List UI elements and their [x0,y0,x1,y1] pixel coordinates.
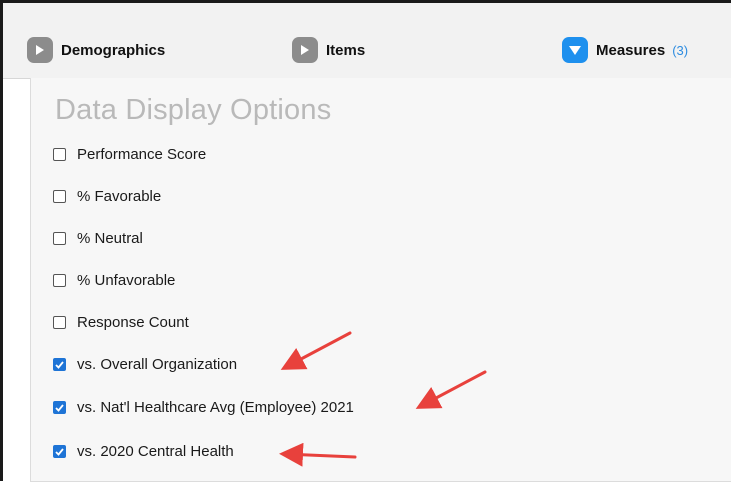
play-right-icon [292,37,318,63]
checkmark-icon [55,360,64,369]
option-percent-neutral[interactable]: % Neutral [53,230,143,247]
tab-items[interactable]: Items [292,37,365,63]
checkbox-checked[interactable] [53,401,66,414]
option-label: % Favorable [77,188,162,205]
option-percent-favorable[interactable]: % Favorable [53,188,161,205]
play-right-icon [27,37,53,63]
option-label: Response Count [77,314,189,331]
tab-demographics[interactable]: Demographics [27,37,165,63]
option-label: Performance Score [77,146,207,163]
tab-label: Items [326,41,366,59]
tab-label: Demographics [61,41,166,59]
option-response-count[interactable]: Response Count [53,314,189,331]
checkbox[interactable] [53,148,66,161]
tab-label: Measures [596,41,666,59]
option-vs-overall-organization[interactable]: vs. Overall Organization [53,356,237,373]
measures-count-badge: (3) [672,42,689,58]
option-label: vs. 2020 Central Health [77,443,234,460]
checkbox[interactable] [53,190,66,203]
checkmark-icon [55,403,64,412]
data-display-options-panel: Data Display Options Performance Score %… [30,78,731,482]
panel-title: Data Display Options [55,94,332,126]
checkbox[interactable] [53,232,66,245]
triangle-down-icon [562,37,588,63]
checkbox[interactable] [53,316,66,329]
tab-bar: Demographics Items Measures (3) [3,3,731,79]
checkbox[interactable] [53,274,66,287]
option-performance-score[interactable]: Performance Score [53,146,206,163]
option-label: vs. Overall Organization [77,356,238,373]
option-vs-2020-central-health[interactable]: vs. 2020 Central Health [53,443,234,460]
checkbox-checked[interactable] [53,445,66,458]
option-percent-unfavorable[interactable]: % Unfavorable [53,272,175,289]
option-label: vs. Nat'l Healthcare Avg (Employee) 2021 [77,399,354,416]
tab-measures[interactable]: Measures (3) [562,37,688,63]
checkbox-checked[interactable] [53,358,66,371]
option-label: % Neutral [77,230,143,247]
option-vs-natl-healthcare-avg[interactable]: vs. Nat'l Healthcare Avg (Employee) 2021 [53,399,354,416]
checkmark-icon [55,447,64,456]
option-label: % Unfavorable [77,272,176,289]
